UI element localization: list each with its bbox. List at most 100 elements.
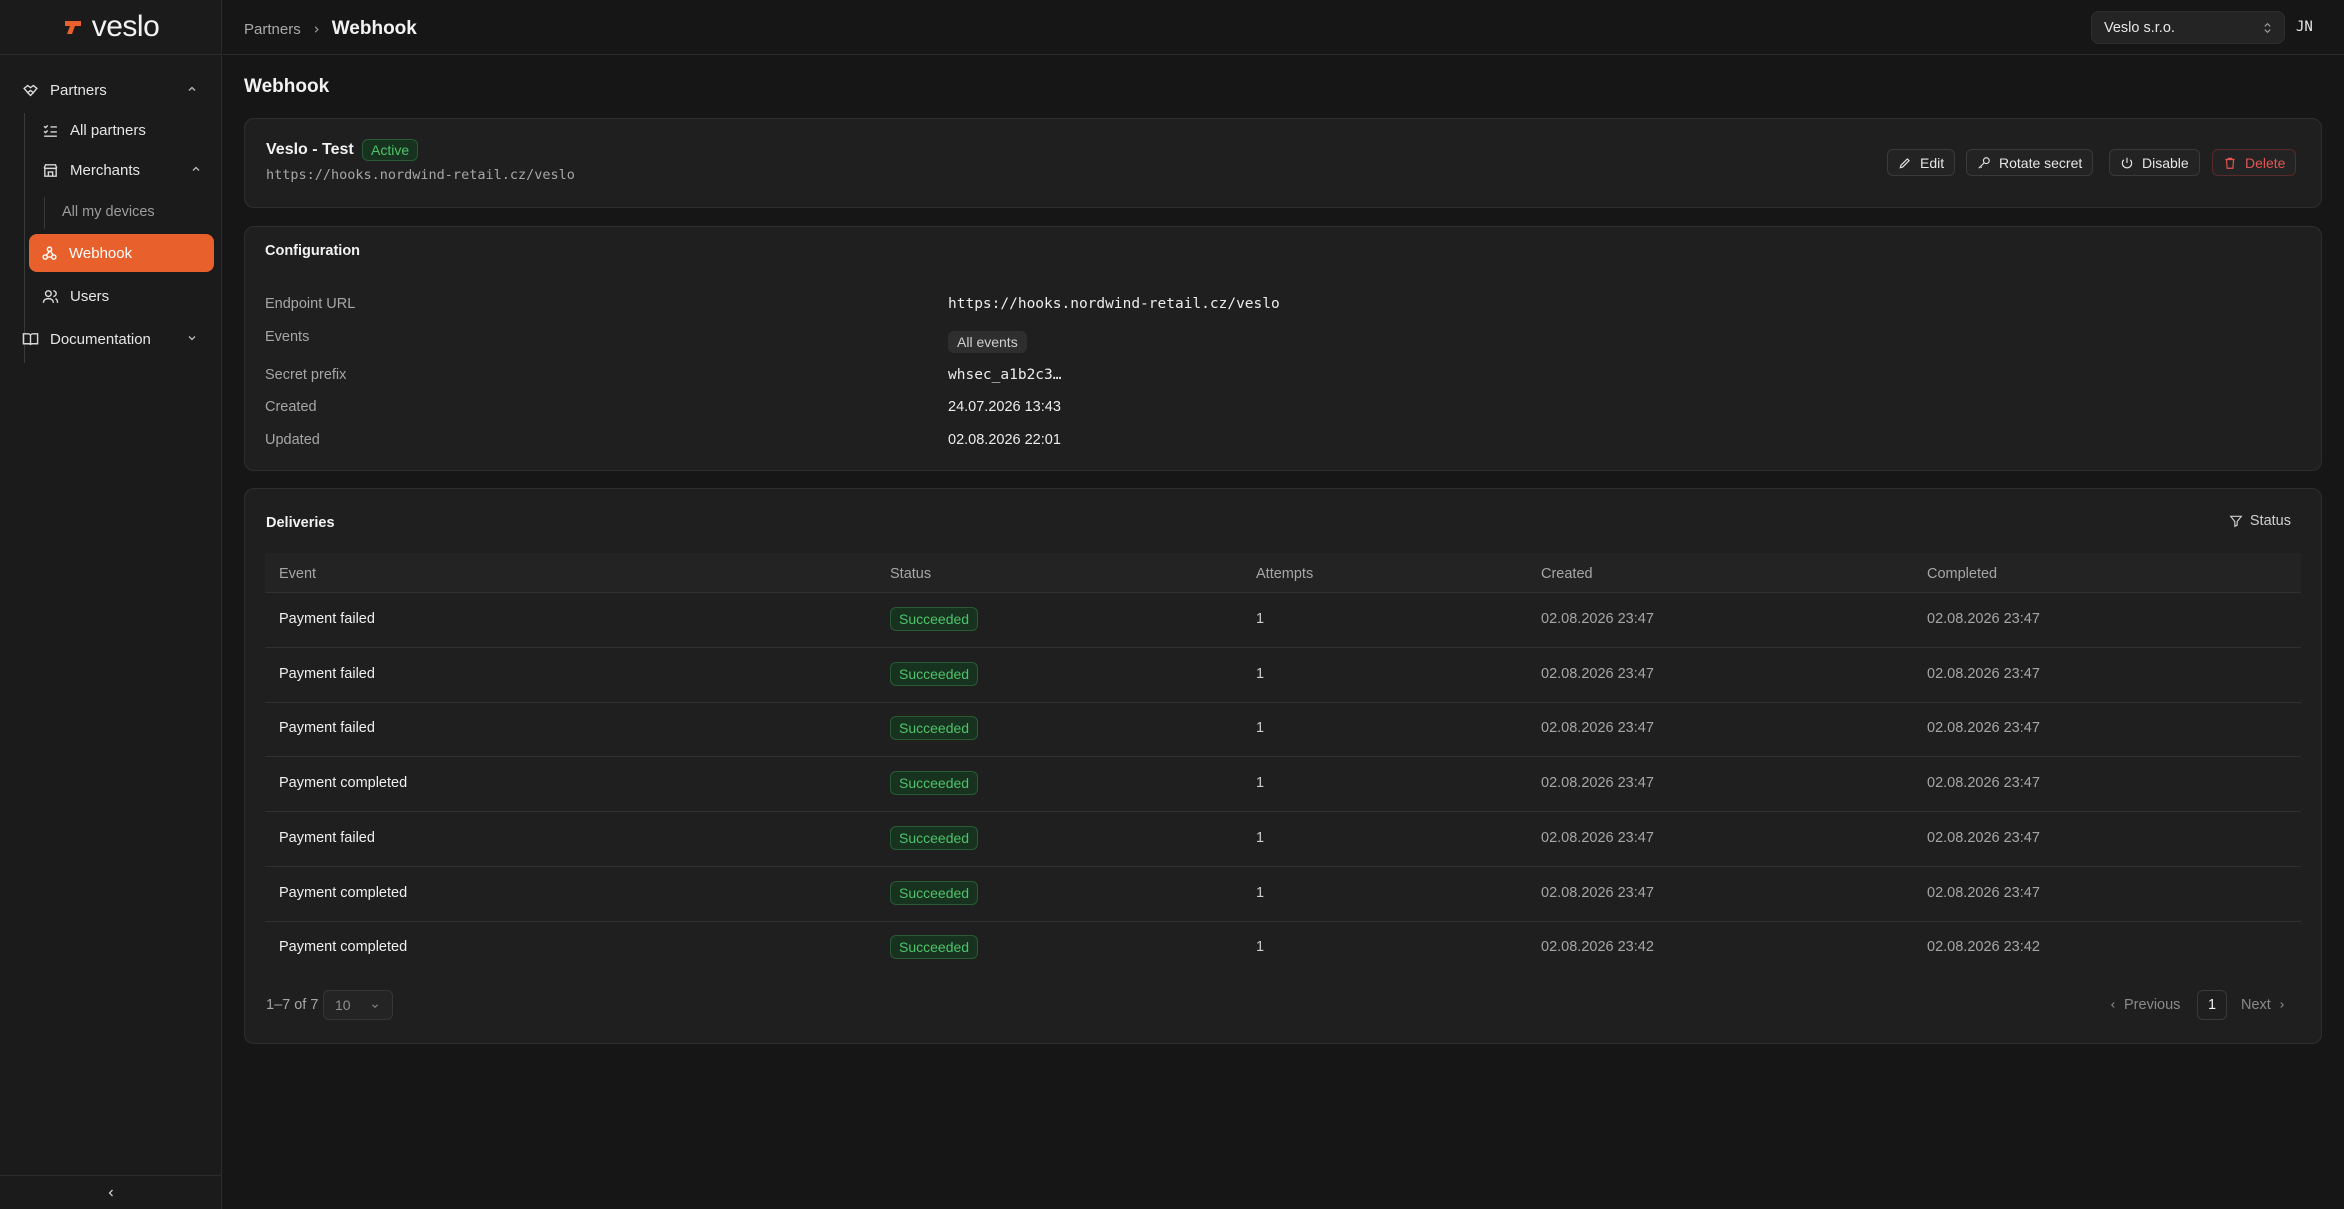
disable-button[interactable]: Disable	[2109, 149, 2200, 176]
completed-cell: 02.08.2026 23:47	[1927, 885, 2040, 901]
table-row[interactable]: Payment completed Succeeded 1 02.08.2026…	[265, 867, 2301, 922]
table-row[interactable]: Payment completed Succeeded 1 02.08.2026…	[265, 921, 2301, 976]
webhook-url: https://hooks.nordwind-retail.cz/veslo	[266, 167, 575, 183]
event-cell: Payment failed	[279, 666, 375, 682]
sidebar-item-all-partners[interactable]: All partners	[30, 111, 214, 149]
next-page-label: Next	[2241, 997, 2271, 1013]
configuration-card: Configuration Endpoint URL https://hooks…	[244, 226, 2322, 471]
created-value: 24.07.2026 13:43	[948, 399, 1061, 415]
secret-prefix-label: Secret prefix	[265, 367, 347, 383]
sidebar-item-merchants[interactable]: Merchants	[30, 151, 214, 189]
sidebar-item-label: Documentation	[50, 330, 151, 348]
key-icon	[1978, 156, 1990, 169]
column-header-completed[interactable]: Completed	[1927, 566, 1997, 582]
attempts-cell: 1	[1256, 775, 1265, 791]
table-row[interactable]: Payment failed Succeeded 1 02.08.2026 23…	[265, 593, 2301, 648]
sidebar-item-documentation[interactable]: Documentation	[12, 320, 210, 358]
event-cell: Payment failed	[279, 830, 375, 846]
status-badge: Succeeded	[890, 607, 979, 631]
chevron-down-icon	[372, 1004, 378, 1008]
store-icon	[43, 163, 58, 177]
delete-button[interactable]: Delete	[2212, 149, 2297, 176]
status-badge: Succeeded	[890, 881, 979, 905]
veslo-logo-icon	[64, 21, 81, 34]
breadcrumb-partners-link[interactable]: Partners	[244, 21, 301, 38]
sidebar-item-all-my-devices[interactable]: All my devices	[62, 204, 155, 220]
list-checks-icon	[43, 124, 57, 137]
created-cell: 02.08.2026 23:47	[1541, 830, 1654, 846]
status-badge: Succeeded	[890, 716, 979, 740]
book-icon	[22, 332, 39, 345]
table-row[interactable]: Payment failed Succeeded 1 02.08.2026 23…	[265, 812, 2301, 867]
rotate-secret-button-label: Rotate secret	[1999, 154, 2083, 171]
column-header-status[interactable]: Status	[890, 566, 931, 582]
events-chip: All events	[948, 331, 1027, 353]
completed-cell: 02.08.2026 23:47	[1927, 720, 2040, 736]
sidebar-item-label: Users	[70, 287, 110, 305]
status-filter-label: Status	[2249, 513, 2291, 529]
column-header-created[interactable]: Created	[1541, 566, 1593, 582]
page-title: Webhook	[244, 76, 330, 97]
attempts-cell: 1	[1256, 611, 1265, 627]
column-header-attempts[interactable]: Attempts	[1256, 566, 1313, 582]
table-row[interactable]: Payment failed Succeeded 1 02.08.2026 23…	[265, 702, 2301, 757]
chevron-right-icon	[314, 25, 319, 33]
attempts-cell: 1	[1256, 939, 1265, 955]
chevron-left-icon	[108, 1189, 113, 1196]
status-badge: Succeeded	[890, 826, 979, 850]
pagination-range: 1–7 of 7	[266, 997, 319, 1013]
sidebar-item-label: Partners	[50, 81, 107, 99]
updated-value: 02.08.2026 22:01	[948, 432, 1061, 448]
nav-tree-line	[44, 197, 45, 229]
organization-select[interactable]: Veslo s.r.o.	[2091, 11, 2285, 44]
secret-prefix-value: whsec_a1b2c3…	[948, 367, 1062, 383]
previous-page-button[interactable]: Previous	[2108, 997, 2180, 1013]
status-badge: Succeeded	[890, 771, 979, 795]
sidebar-item-partners[interactable]: Partners	[12, 71, 210, 109]
events-label: Events	[265, 329, 310, 345]
organization-select-value: Veslo s.r.o.	[2104, 19, 2175, 36]
deliveries-card: Deliveries Status Event Status Attempts …	[244, 488, 2322, 1044]
chevron-down-icon	[188, 336, 196, 341]
created-cell: 02.08.2026 23:47	[1541, 885, 1654, 901]
configuration-title: Configuration	[265, 243, 361, 259]
completed-cell: 02.08.2026 23:47	[1927, 611, 2040, 627]
handshake-icon	[23, 84, 38, 96]
rotate-secret-button[interactable]: Rotate secret	[1966, 149, 2094, 176]
table-row[interactable]: Payment completed Succeeded 1 02.08.2026…	[265, 757, 2301, 812]
created-cell: 02.08.2026 23:47	[1541, 666, 1654, 682]
sidebar-item-webhook[interactable]: Webhook	[29, 234, 214, 272]
user-avatar[interactable]: JN	[2296, 19, 2313, 35]
updated-label: Updated	[265, 432, 320, 448]
status-filter-button[interactable]: Status	[2229, 513, 2291, 529]
completed-cell: 02.08.2026 23:47	[1927, 666, 2040, 682]
attempts-cell: 1	[1256, 720, 1265, 736]
sidebar-item-users[interactable]: Users	[30, 277, 214, 315]
disable-button-label: Disable	[2142, 154, 2189, 171]
sidebar-collapse-button[interactable]	[0, 1175, 222, 1209]
sidebar-item-label: Merchants	[70, 161, 141, 179]
completed-cell: 02.08.2026 23:47	[1927, 775, 2040, 791]
endpoint-url-value: https://hooks.nordwind-retail.cz/veslo	[948, 296, 1280, 312]
sidebar-item-label: Webhook	[69, 244, 133, 262]
page-size-select[interactable]: 10	[323, 990, 393, 1020]
column-header-event[interactable]: Event	[279, 566, 316, 582]
status-badge: Succeeded	[890, 662, 979, 686]
attempts-cell: 1	[1256, 830, 1265, 846]
created-cell: 02.08.2026 23:47	[1541, 720, 1654, 736]
delete-button-label: Delete	[2245, 154, 2286, 171]
event-cell: Payment completed	[279, 885, 408, 901]
chevron-left-icon	[2111, 1002, 2115, 1008]
attempts-cell: 1	[1256, 885, 1265, 901]
edit-button[interactable]: Edit	[1887, 149, 1956, 176]
top-bar: Partners Webhook Veslo s.r.o. JN	[223, 0, 2344, 55]
brand-logo[interactable]: veslo	[0, 0, 221, 55]
deliveries-title: Deliveries	[266, 515, 335, 531]
next-page-button[interactable]: Next	[2241, 997, 2287, 1013]
chevron-up-icon	[192, 166, 200, 171]
completed-cell: 02.08.2026 23:47	[1927, 830, 2040, 846]
page-number-button[interactable]: 1	[2197, 990, 2227, 1020]
status-badge: Succeeded	[890, 935, 979, 959]
chevron-right-icon	[2280, 1002, 2284, 1008]
table-row[interactable]: Payment failed Succeeded 1 02.08.2026 23…	[265, 648, 2301, 703]
